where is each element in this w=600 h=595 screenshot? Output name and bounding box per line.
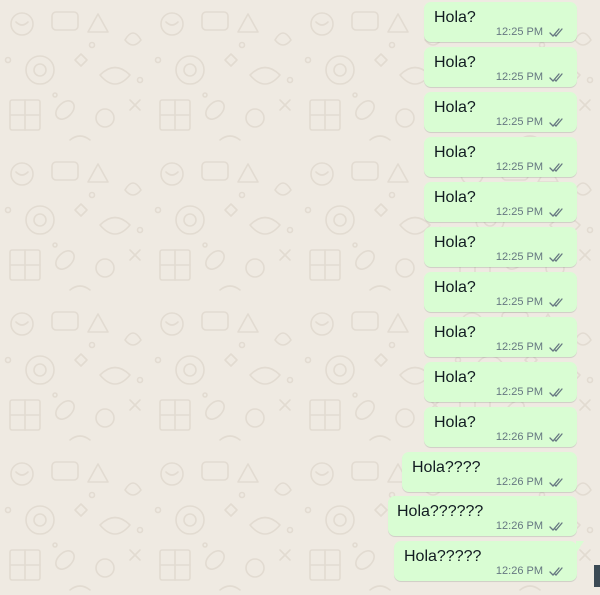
message-meta: 12:26 PM [496,565,565,577]
bubble-tail [576,541,584,553]
message-meta: 12:26 PM [496,476,565,488]
message-text: Hola? [434,324,476,341]
message-time: 12:25 PM [495,26,543,38]
message-bubble[interactable]: Hola? 12:26 PM [424,407,577,447]
message-text: Hola? [434,414,476,431]
message-time: 12:25 PM [495,116,543,128]
message-text: Hola? [434,144,476,161]
message-meta: 12:25 PM [496,161,565,173]
read-ticks-icon [549,72,563,82]
read-ticks-icon [549,521,563,531]
message-meta: 12:25 PM [496,71,565,83]
message-time: 12:26 PM [495,476,543,488]
message-time: 12:26 PM [495,520,543,532]
message-meta: 12:25 PM [496,386,565,398]
scrollbar-thumb[interactable] [594,565,600,587]
message-bubble[interactable]: Hola? 12:25 PM [424,272,577,312]
message-bubble[interactable]: Hola????? 12:26 PM [394,541,584,581]
message-bubble[interactable]: Hola? 12:25 PM [424,227,577,267]
message-time: 12:25 PM [495,251,543,263]
message-meta: 12:25 PM [496,116,565,128]
message-text: Hola?????? [397,503,484,520]
read-ticks-icon [549,342,563,352]
message-bubble[interactable]: Hola???? 12:26 PM [402,452,577,492]
read-ticks-icon [549,117,563,127]
message-meta: 12:25 PM [496,206,565,218]
message-bubble[interactable]: Hola? 12:25 PM [424,182,577,222]
message-meta: 12:25 PM [496,26,565,38]
message-text: Hola????? [404,548,482,565]
message-text: Hola? [434,189,476,206]
message-time: 12:25 PM [495,206,543,218]
message-meta: 12:25 PM [496,341,565,353]
message-text: Hola? [434,54,476,71]
message-text: Hola???? [412,459,481,476]
read-ticks-icon [549,207,563,217]
message-meta: 12:25 PM [496,296,565,308]
message-bubble[interactable]: Hola? 12:25 PM [424,47,577,87]
message-time: 12:25 PM [495,296,543,308]
chat-messages-pane[interactable]: Hola? 12:25 PM Hola? 12:25 PM Hola? 12:2… [0,0,600,595]
message-bubble[interactable]: Hola? 12:25 PM [424,92,577,132]
message-text: Hola? [434,369,476,386]
read-ticks-icon [549,432,563,442]
message-bubble[interactable]: Hola?????? 12:26 PM [388,496,577,536]
message-time: 12:25 PM [495,161,543,173]
read-ticks-icon [549,297,563,307]
message-text: Hola? [434,234,476,251]
read-ticks-icon [549,252,563,262]
message-bubble[interactable]: Hola? 12:25 PM [424,317,577,357]
message-text: Hola? [434,279,476,296]
message-meta: 12:26 PM [496,520,565,532]
message-bubble[interactable]: Hola? 12:25 PM [424,362,577,402]
message-bubble[interactable]: Hola? 12:25 PM [424,137,577,177]
message-meta: 12:25 PM [496,251,565,263]
read-ticks-icon [549,162,563,172]
message-bubble[interactable]: Hola? 12:25 PM [424,2,577,42]
read-ticks-icon [549,477,563,487]
message-time: 12:26 PM [495,565,543,577]
message-text: Hola? [434,99,476,116]
message-time: 12:25 PM [495,71,543,83]
message-meta: 12:26 PM [496,431,565,443]
message-time: 12:25 PM [495,386,543,398]
message-time: 12:26 PM [495,431,543,443]
message-text: Hola? [434,9,476,26]
message-time: 12:25 PM [495,341,543,353]
read-ticks-icon [549,387,563,397]
read-ticks-icon [549,566,563,576]
read-ticks-icon [549,27,563,37]
